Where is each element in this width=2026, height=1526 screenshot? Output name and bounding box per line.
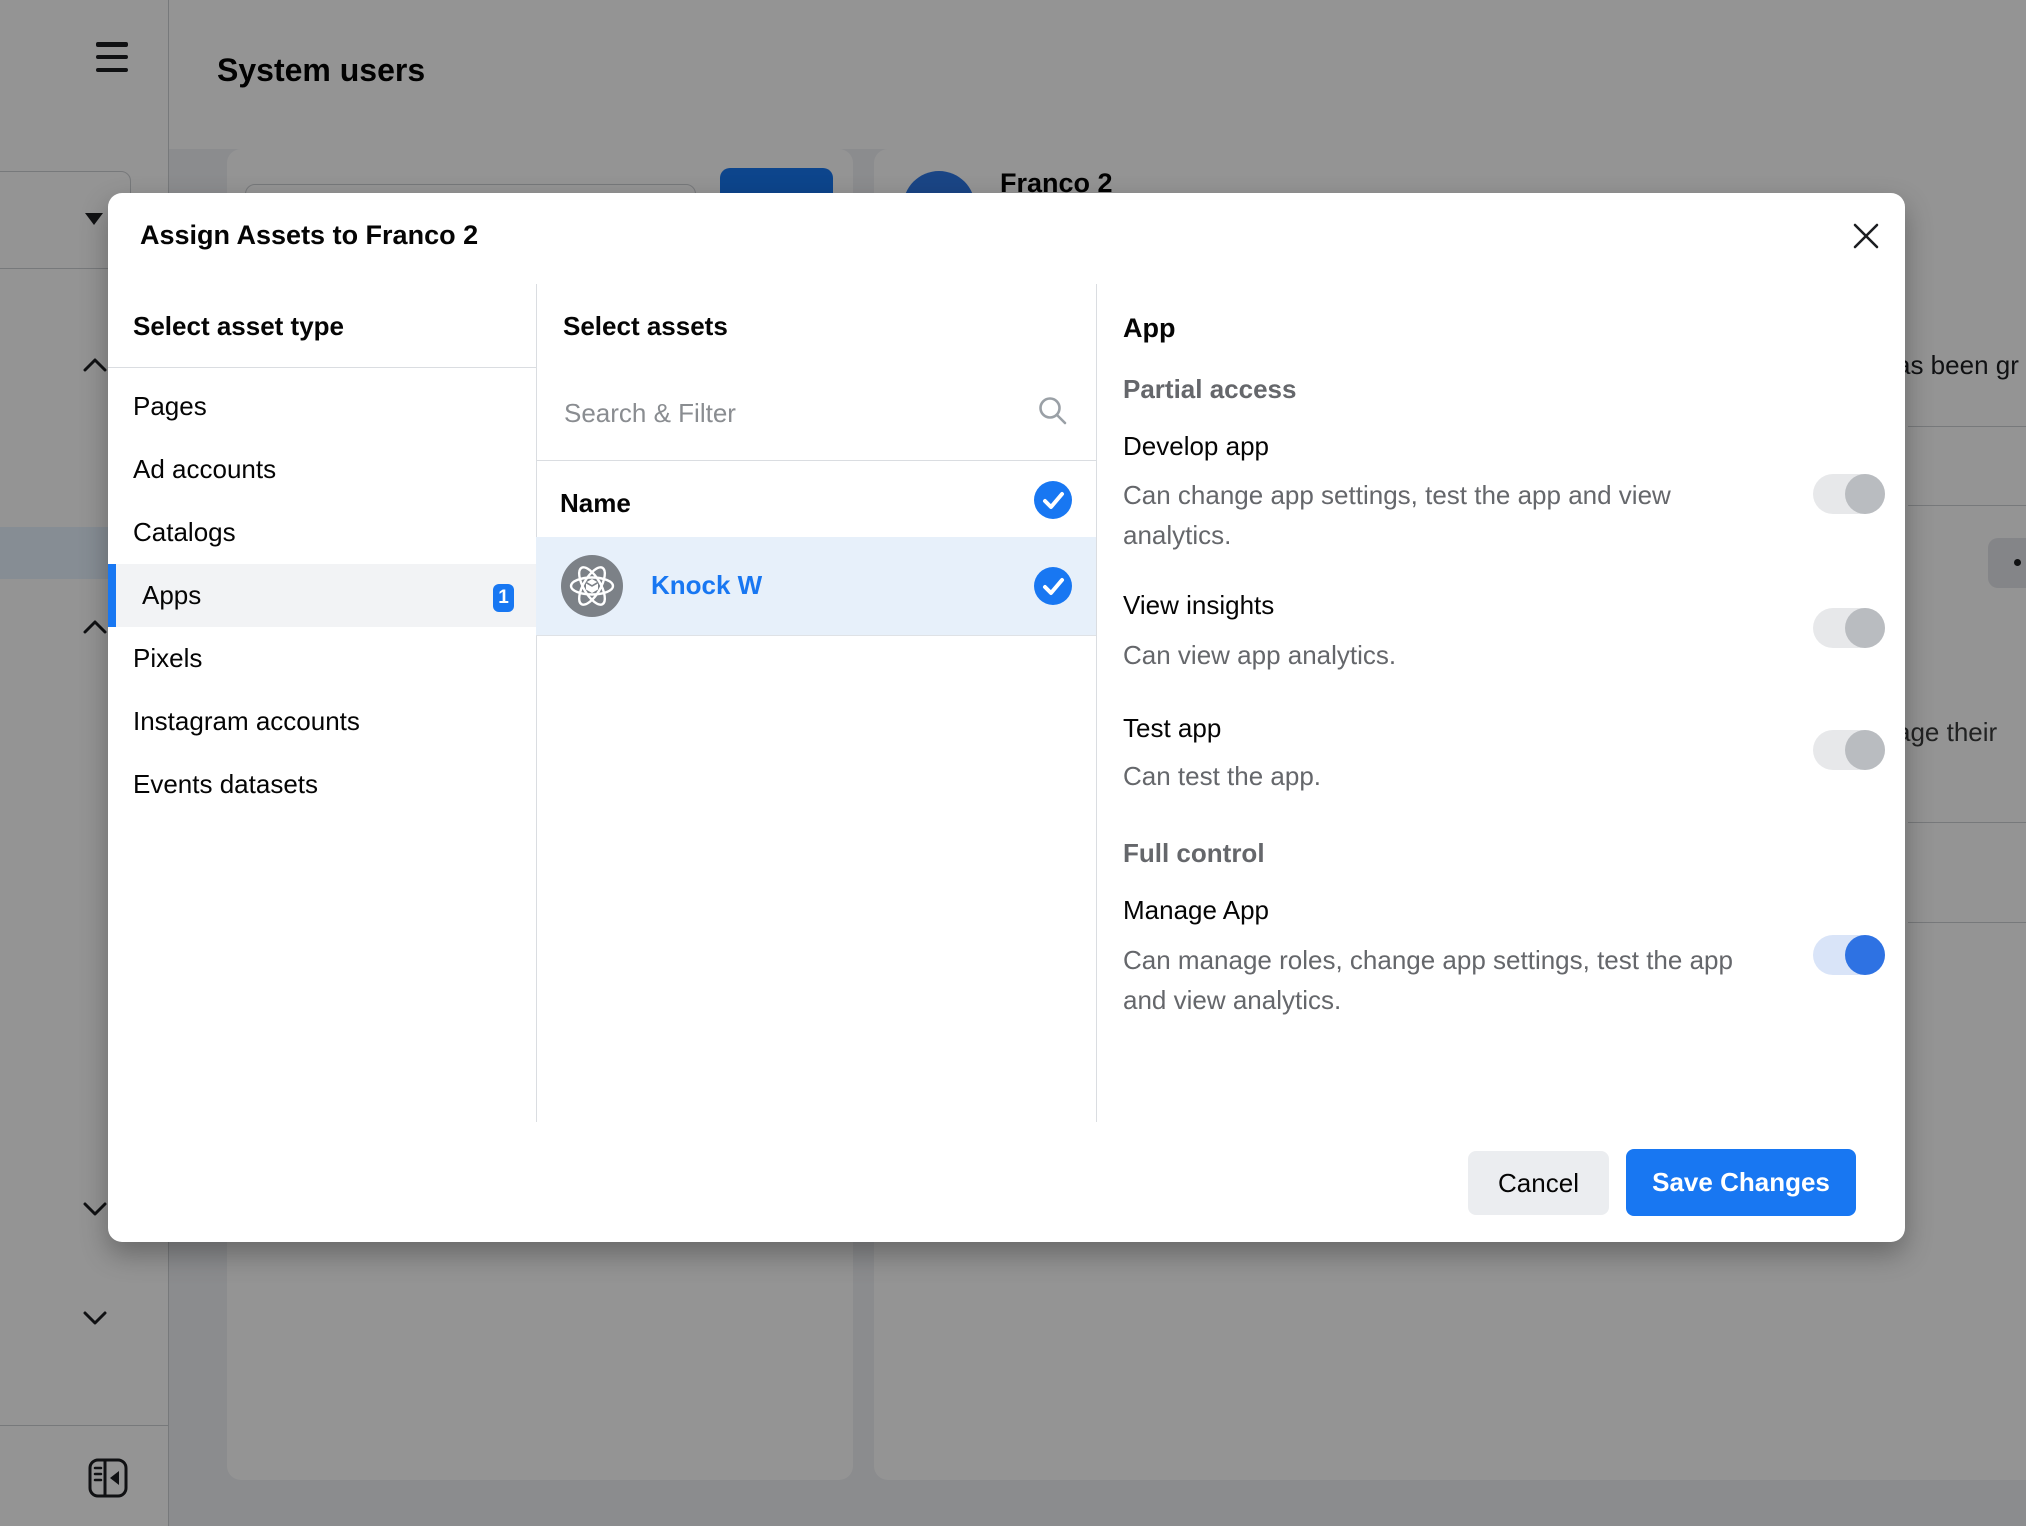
asset-type-events-datasets[interactable]: Events datasets (108, 753, 536, 816)
asset-name: Knock W (651, 570, 762, 601)
cancel-button[interactable]: Cancel (1468, 1151, 1609, 1215)
assets-header: Select assets (563, 311, 728, 342)
manage-app-label: Manage App (1123, 895, 1269, 926)
partial-access-section-title: Partial access (1123, 374, 1296, 405)
asset-search-input[interactable]: Search & Filter (564, 398, 736, 429)
header-underline (108, 367, 536, 368)
full-control-section-title: Full control (1123, 838, 1265, 869)
manage-app-description: Can manage roles, change app settings, t… (1123, 940, 1823, 1020)
close-icon[interactable] (1846, 216, 1886, 256)
column-divider (536, 284, 537, 1122)
search-icon (1037, 395, 1069, 427)
asset-type-instagram-accounts[interactable]: Instagram accounts (108, 690, 536, 753)
assign-assets-dialog: Assign Assets to Franco 2 Select asset t… (108, 193, 1905, 1242)
select-all-checkbox[interactable] (1034, 481, 1072, 519)
apps-count-badge: 1 (493, 584, 514, 612)
develop-app-description: Can change app settings, test the app an… (1123, 475, 1823, 555)
permissions-header: App (1123, 313, 1175, 344)
column-divider (1096, 284, 1097, 1122)
save-changes-button[interactable]: Save Changes (1626, 1149, 1856, 1216)
manage-app-toggle[interactable] (1813, 935, 1885, 975)
view-insights-toggle[interactable] (1813, 608, 1885, 648)
test-app-label: Test app (1123, 713, 1221, 744)
view-insights-description: Can view app analytics. (1123, 635, 1823, 675)
atom-app-icon (561, 555, 623, 617)
asset-type-catalogs[interactable]: Catalogs (108, 501, 536, 564)
develop-app-toggle[interactable] (1813, 474, 1885, 514)
name-column-header: Name (560, 488, 631, 519)
asset-selected-checkbox[interactable] (1034, 567, 1072, 605)
selected-indicator-bar (108, 564, 116, 627)
dialog-title: Assign Assets to Franco 2 (140, 220, 478, 251)
search-underline (536, 460, 1096, 461)
asset-type-header: Select asset type (133, 311, 344, 342)
asset-type-apps[interactable]: Apps (108, 564, 536, 627)
asset-type-ad-accounts[interactable]: Ad accounts (108, 438, 536, 501)
develop-app-label: Develop app (1123, 431, 1269, 462)
asset-type-pages[interactable]: Pages (108, 375, 536, 438)
screen: System users Franco 2 as been gr age the… (0, 0, 2026, 1526)
test-app-description: Can test the app. (1123, 756, 1823, 796)
test-app-toggle[interactable] (1813, 730, 1885, 770)
asset-type-pixels[interactable]: Pixels (108, 627, 536, 690)
view-insights-label: View insights (1123, 590, 1274, 621)
